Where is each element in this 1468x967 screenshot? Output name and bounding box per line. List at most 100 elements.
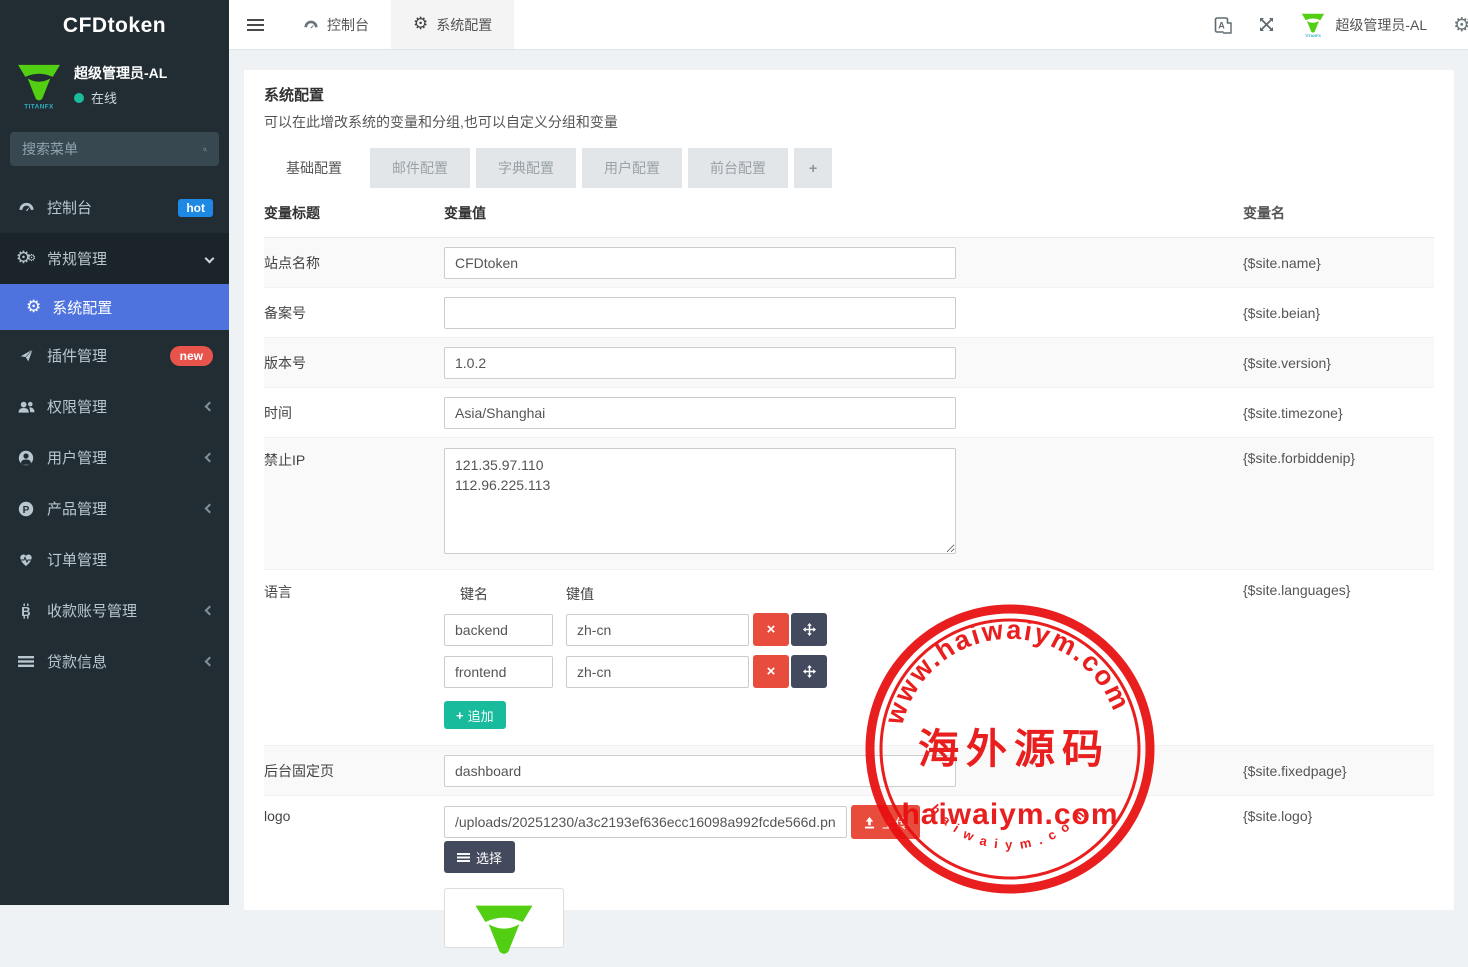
config-table: 变量标题 变量值 变量名 站点名称 {$site.name} 备案号 {$sit… [264,188,1434,948]
sidebar-item-label: 权限管理 [47,396,107,417]
chevron-left-icon [205,504,215,514]
language-value-input[interactable] [566,614,749,646]
sidebar-item-label: 收款账号管理 [47,600,137,621]
sidebar-menu: 控制台 hot ⚙⚙ 常规管理 ⚙ 系统配置 插件管理 new [0,182,229,687]
language-pair-row: × [444,613,1234,646]
site-name-input[interactable] [444,247,956,279]
choose-button[interactable]: 选择 [444,841,515,873]
sidebar-item-label: 常规管理 [47,248,107,269]
move-pair-button[interactable] [791,655,827,688]
sidebar-item-dashboard[interactable]: 控制台 hot [0,182,229,233]
main-content: 系统配置 可以在此增改系统的变量和分组,也可以自定义分组和变量 基础配置 邮件配… [229,50,1468,905]
logo-path-input[interactable] [444,806,847,838]
row-label: 站点名称 [264,253,444,273]
topbar-user-name: 超级管理员-AL [1335,15,1427,35]
topbar-right: A TITANFX 超级管理员-AL ⚙⚙ [1214,0,1468,49]
sidebar-item-label: 控制台 [47,197,92,218]
language-value-input[interactable] [566,656,749,688]
upload-button[interactable]: 上传 [851,805,920,839]
hot-badge: hot [178,199,213,217]
timezone-input[interactable] [444,397,956,429]
tab-mail-config[interactable]: 邮件配置 [370,148,470,188]
topbar-tab-dashboard[interactable]: 控制台 [281,0,391,49]
row-label: 禁止IP [264,438,444,470]
chevron-left-icon [205,453,215,463]
logo-text: TITANFX [24,103,54,110]
tab-basic-config[interactable]: 基础配置 [264,148,364,188]
fullscreen-icon[interactable] [1258,16,1275,33]
gear-icon: ⚙ [26,299,41,316]
row-label: 语言 [264,570,444,602]
beian-input[interactable] [444,297,956,329]
row-label: 备案号 [264,303,444,323]
product-p-icon: P [16,501,36,517]
page-subtitle: 可以在此增改系统的变量和分组,也可以自定义分组和变量 [264,112,1434,132]
users-icon [16,400,36,414]
row-varname: {$site.forbiddenip} [1234,438,1434,466]
sidebar-item-label: 系统配置 [52,297,112,318]
sidebar-item-loan-info[interactable]: 贷款信息 [0,636,229,687]
choose-label: 选择 [476,848,502,867]
sidebar-item-label: 贷款信息 [47,651,107,672]
sidebar-item-system-config[interactable]: ⚙ 系统配置 [0,284,229,330]
version-input[interactable] [444,347,956,379]
add-tab-button[interactable]: + [794,148,832,188]
language-key-input[interactable] [444,614,553,646]
heartbeat-icon [16,552,36,567]
search-icon [203,142,207,157]
svg-text:A: A [1219,20,1226,30]
delete-pair-button[interactable]: × [753,655,789,688]
row-label: 版本号 [264,353,444,373]
chevron-down-icon [205,254,215,264]
translate-icon[interactable]: A [1214,16,1232,34]
sidebar-item-label: 订单管理 [47,549,107,570]
sidebar-item-general-management[interactable]: ⚙⚙ 常规管理 [0,233,229,284]
table-row-version: 版本号 {$site.version} [264,338,1434,388]
sidebar-item-users[interactable]: 用户管理 [0,432,229,483]
topbar-user[interactable]: TITANFX 超级管理员-AL [1301,11,1427,38]
sidebar: CFDtoken TITANFX 超级管理员-AL 在线 控制台 hot [0,0,229,905]
svg-text:B: B [21,604,30,619]
language-key-input[interactable] [444,656,553,688]
sidebar-item-orders[interactable]: 订单管理 [0,534,229,585]
row-varname: {$site.timezone} [1234,405,1434,421]
chevron-left-icon [205,606,215,616]
row-label: 时间 [264,403,444,423]
online-dot-icon [74,93,84,103]
hamburger-menu-icon[interactable] [229,0,281,49]
svg-text:P: P [23,505,30,516]
row-label: 后台固定页 [264,761,444,781]
delete-pair-button[interactable]: × [753,613,789,646]
tab-dict-config[interactable]: 字典配置 [476,148,576,188]
add-pair-button[interactable]: +追加 [444,701,506,729]
brand-title: CFDtoken [0,0,229,52]
sidebar-item-permissions[interactable]: 权限管理 [0,381,229,432]
search-input[interactable] [22,141,203,157]
sidebar-item-plugins[interactable]: 插件管理 new [0,330,229,381]
table-row-beian: 备案号 {$site.beian} [264,288,1434,338]
topbar-tab-system-config[interactable]: ⚙ 系统配置 [391,0,514,49]
settings-cogs-icon[interactable]: ⚙⚙ [1453,14,1468,36]
sidebar-item-label: 产品管理 [47,498,107,519]
table-row-timezone: 时间 {$site.timezone} [264,388,1434,438]
sidebar-item-payment-accounts[interactable]: B 收款账号管理 [0,585,229,636]
tab-front-config[interactable]: 前台配置 [688,148,788,188]
topbar-tab-label: 系统配置 [436,15,492,35]
sidebar-search[interactable] [10,132,219,166]
col-header-title: 变量标题 [264,203,444,223]
tab-user-config[interactable]: 用户配置 [582,148,682,188]
paper-plane-icon [16,348,36,363]
row-varname: {$site.logo} [1234,796,1434,824]
move-pair-button[interactable] [791,613,827,646]
bitcoin-icon: B [16,603,36,619]
fixedpage-input[interactable] [444,755,956,787]
table-header-row: 变量标题 变量值 变量名 [264,188,1434,238]
sidebar-item-products[interactable]: P 产品管理 [0,483,229,534]
col-header-value: 变量值 [444,203,1234,223]
arrows-move-icon [803,623,816,636]
row-label: logo [264,796,444,824]
page-title: 系统配置 [264,84,1434,105]
user-status: 在线 [91,88,117,107]
forbidden-ip-textarea[interactable]: 121.35.97.110 112.96.225.113 [444,448,956,554]
list-icon [457,852,470,863]
